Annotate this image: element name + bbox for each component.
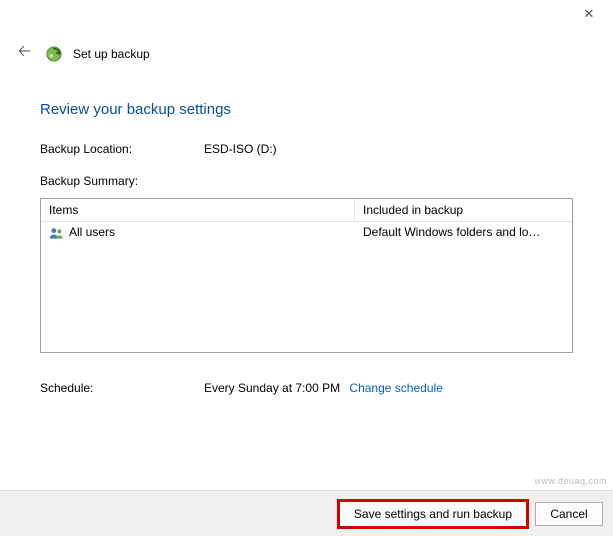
back-button[interactable]: 🡠 [14,38,35,69]
grid-header: Items Included in backup [41,199,572,222]
save-run-backup-button[interactable]: Save settings and run backup [339,501,527,527]
column-header-items[interactable]: Items [41,199,355,221]
wizard-header: 🡠 Set up backup [0,32,613,69]
titlebar: ✕ [0,0,613,32]
cell-items-text: All users [69,225,115,239]
content-area: Review your backup settings Backup Locat… [0,69,613,395]
backup-location-label: Backup Location: [40,142,204,156]
backup-location-row: Backup Location: ESD-ISO (D:) [40,142,573,156]
page-heading: Review your backup settings [40,101,573,118]
table-row[interactable]: All users Default Windows folders and lo… [41,222,572,243]
backup-wizard-icon [45,45,63,63]
column-header-included[interactable]: Included in backup [355,199,572,221]
cancel-button[interactable]: Cancel [535,502,603,526]
close-button[interactable]: ✕ [575,6,603,22]
schedule-value: Every Sunday at 7:00 PM Change schedule [204,381,443,395]
backup-location-value: ESD-ISO (D:) [204,142,573,156]
cell-items: All users [41,222,355,243]
users-icon [49,225,65,240]
dialog-footer: Save settings and run backup Cancel [0,490,613,536]
schedule-row: Schedule: Every Sunday at 7:00 PM Change… [40,381,573,395]
watermark: www.deuaq.com [534,476,607,486]
cell-included: Default Windows folders and lo… [355,222,572,243]
schedule-label: Schedule: [40,381,204,395]
change-schedule-link[interactable]: Change schedule [349,381,442,395]
backup-summary-grid: Items Included in backup All users Defau… [40,198,573,353]
schedule-text: Every Sunday at 7:00 PM [204,381,340,395]
backup-summary-label: Backup Summary: [40,174,573,188]
wizard-title: Set up backup [73,47,150,61]
grid-body: All users Default Windows folders and lo… [41,222,572,352]
